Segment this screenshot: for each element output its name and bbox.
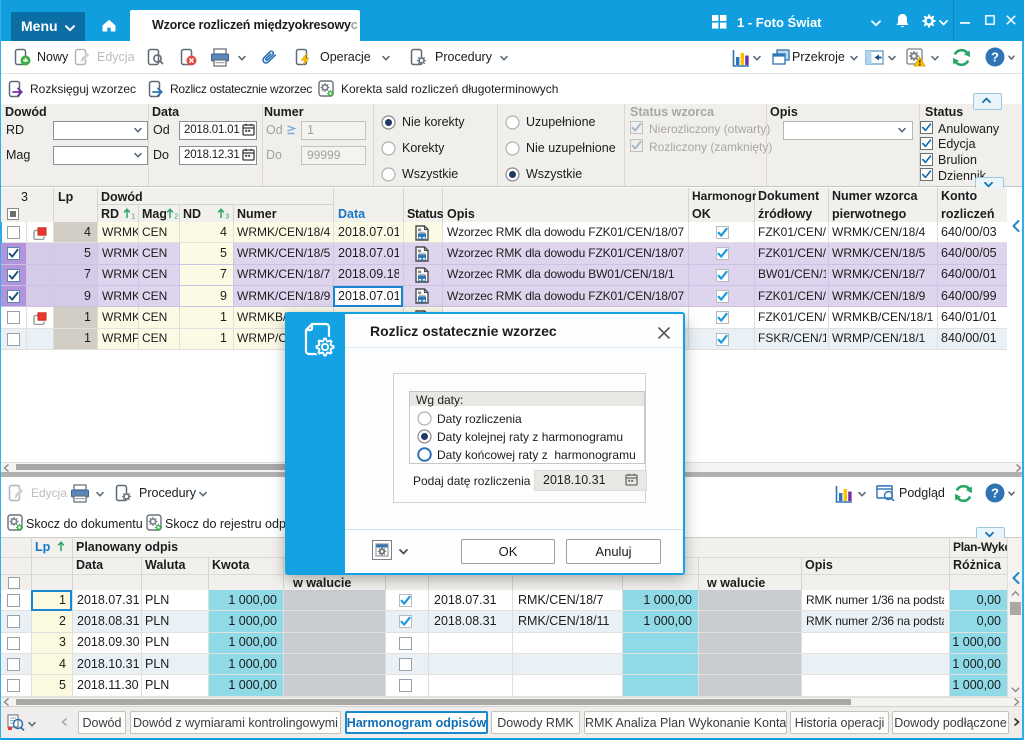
svg-text:?: ? bbox=[991, 486, 999, 501]
svg-text:1: 1 bbox=[131, 214, 135, 220]
svg-text:3: 3 bbox=[225, 214, 229, 220]
svg-text:2: 2 bbox=[174, 214, 178, 220]
svg-text:?: ? bbox=[991, 50, 999, 65]
